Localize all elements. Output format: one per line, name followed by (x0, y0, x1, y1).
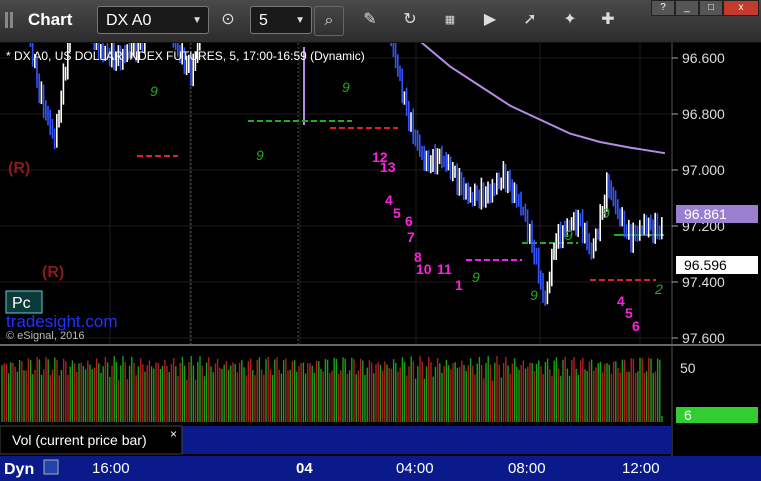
count-label-green: 2 (654, 281, 663, 297)
copyright: © eSignal, 2016 (6, 330, 84, 342)
minimize-button[interactable]: _ (675, 0, 699, 16)
window-title: Chart (28, 10, 73, 29)
count-label-magenta: 11 (437, 261, 452, 277)
count-label-green: 9 (342, 79, 350, 95)
play-icon[interactable]: ▶ (476, 6, 504, 34)
count-label-magenta: 6 (632, 318, 640, 334)
clock-icon[interactable]: ⊙ (214, 6, 242, 34)
count-label-green: 9 (256, 147, 264, 163)
grip-icon[interactable] (5, 12, 19, 28)
count-label-magenta: 10 (416, 261, 432, 277)
price-tick-label: 97.000 (682, 162, 725, 178)
last-price-badge: 96.596 (684, 257, 727, 273)
count-label-magenta: 7 (407, 229, 415, 245)
pc-badge: Pc (12, 295, 31, 312)
volume-bars (1, 356, 663, 422)
r-marker: (R) (42, 264, 64, 281)
volume-axis-label: 50 (680, 360, 696, 376)
price-chart[interactable]: 121345 67810 11145699999992 * DX A0, US DO… (0, 43, 761, 481)
ma-badge: 96.861 (684, 206, 727, 222)
count-label-magenta: 13 (380, 159, 396, 175)
tools-icon[interactable]: ✦ (556, 6, 584, 34)
count-label-green: 9 (150, 83, 158, 99)
price-tick-label: 96.800 (682, 106, 725, 122)
search-icon[interactable]: ⌕ (314, 6, 344, 36)
price-pane (0, 43, 672, 345)
study-label: Vol (current price bar) (12, 432, 147, 448)
count-label-green: 9 (530, 287, 538, 303)
close-icon[interactable]: × (170, 427, 177, 441)
pin-icon[interactable]: ✚ (594, 6, 622, 34)
count-label-green: 9 (565, 227, 573, 243)
count-label-magenta: 6 (405, 213, 413, 229)
price-tick-label: 97.400 (682, 274, 725, 290)
chevron-down-icon[interactable]: ▼ (295, 7, 305, 35)
symbol-value: DX A0 (106, 12, 152, 29)
count-label-magenta: 4 (617, 293, 625, 309)
interval-input[interactable]: 5 ▼ (250, 6, 312, 34)
watermark: tradesight.com (6, 312, 118, 331)
price-axis[interactable]: 97.60097.40097.20097.00096.80096.60096.4… (672, 43, 725, 346)
interval-value: 5 (259, 12, 268, 29)
count-label-green: 9 (472, 269, 480, 285)
chart-toolbar: Chart DX A0 ▼ ⊙ 5 ▼ ⌕ ✎ ↻ ▦ ▶ ➚ ✦ ✚ ? _ … (0, 0, 761, 43)
time-tick-label: 16:00 (92, 460, 130, 477)
r-marker: (R) (8, 160, 30, 177)
count-label-magenta: 4 (385, 192, 393, 208)
price-tick-label: 96.600 (682, 50, 725, 66)
close-button[interactable]: x (723, 0, 759, 16)
help-button[interactable]: ? (651, 0, 675, 16)
price-tick-label: 97.600 (682, 330, 725, 346)
count-label-magenta: 1 (455, 277, 463, 293)
pencil-icon[interactable]: ✎ (356, 6, 384, 34)
time-tick-label: 04 (296, 460, 313, 477)
time-tick-label: 04:00 (396, 460, 434, 477)
maximize-button[interactable]: □ (699, 0, 723, 16)
grid-icon[interactable]: ▦ (436, 6, 464, 34)
cursor-icon[interactable]: ➚ (516, 6, 544, 34)
chevron-down-icon[interactable]: ▼ (192, 7, 202, 35)
count-label-magenta: 5 (393, 205, 401, 221)
dyn-toggle-icon[interactable] (43, 459, 59, 475)
time-tick-label: 12:00 (622, 460, 660, 477)
refresh-icon[interactable]: ↻ (396, 6, 424, 34)
chart-header: * DX A0, US DOLLAR INDEX FUTURES, 5, 17:… (6, 49, 365, 63)
dyn-label: Dyn (4, 461, 34, 478)
volume-badge: 6 (684, 407, 692, 423)
count-label-green: 9 (602, 205, 610, 221)
time-tick-label: 08:00 (508, 460, 546, 477)
symbol-input[interactable]: DX A0 ▼ (97, 6, 209, 34)
